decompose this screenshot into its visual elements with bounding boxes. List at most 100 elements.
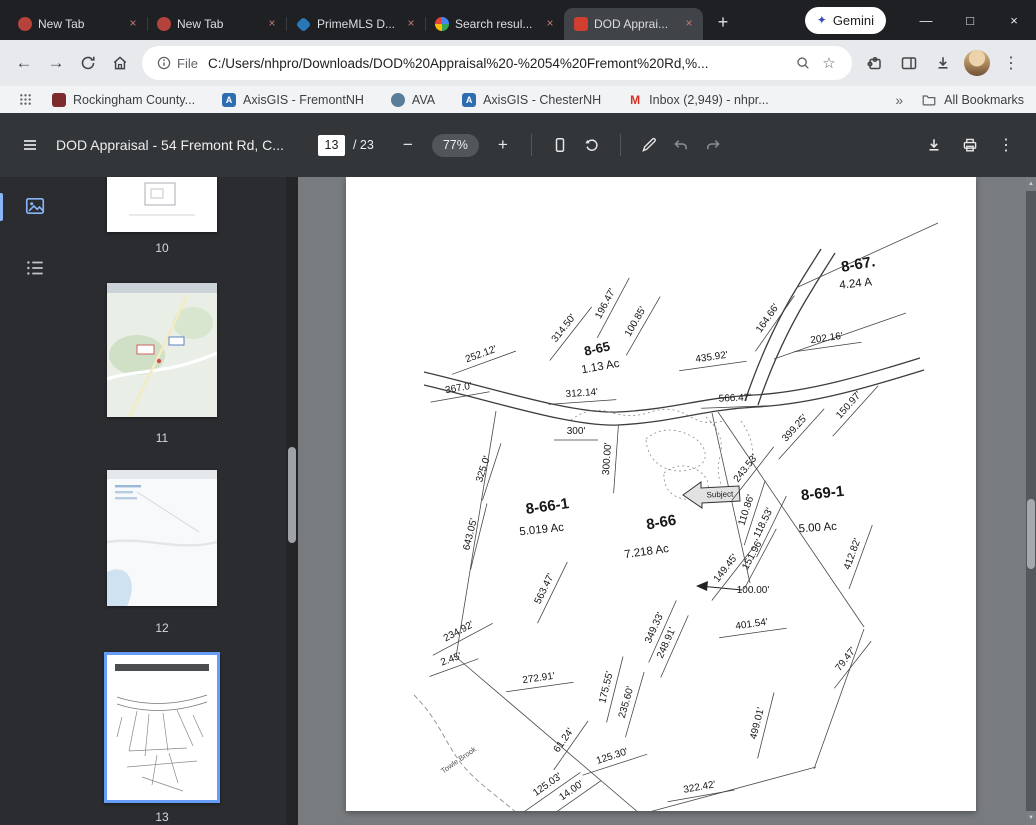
address-bar[interactable]: File C:/Users/nhpro/Downloads/DOD%20Appr…: [142, 46, 852, 80]
thumbnail-page-number: 13: [104, 810, 220, 824]
pdf-viewer: 10 11: [0, 177, 1036, 825]
scroll-up-button[interactable]: ▲: [1026, 177, 1036, 191]
zoom-in-button[interactable]: +: [487, 129, 519, 161]
sidebar-scrollbar-thumb[interactable]: [288, 447, 296, 543]
tab-strip: New Tab × New Tab × PrimeMLS D... × Sear…: [0, 0, 1036, 40]
thumbnail-page-number: 11: [104, 431, 220, 445]
bookmark-label: Inbox (2,949) - nhpr...: [649, 93, 769, 107]
back-button[interactable]: ←: [8, 47, 40, 79]
zoom-level[interactable]: 77%: [432, 134, 479, 157]
active-panel-indicator: [0, 193, 3, 221]
window-close-button[interactable]: ×: [992, 0, 1036, 40]
window-minimize-button[interactable]: —: [904, 0, 948, 40]
bookmark-label: Rockingham County...: [73, 93, 195, 107]
tab-primemls[interactable]: PrimeMLS D... ×: [286, 8, 425, 40]
tab-title: PrimeMLS D...: [317, 17, 397, 31]
bookmark-label: AVA: [412, 93, 435, 107]
apps-grid-icon[interactable]: [12, 84, 38, 116]
map-label: 149.45': [712, 552, 741, 584]
map-label: 79.47': [833, 645, 858, 673]
map-label: Towle Brook: [439, 744, 478, 775]
profile-avatar[interactable]: [964, 50, 990, 76]
tab-dod-appraisal[interactable]: DOD Apprai... ×: [564, 8, 703, 40]
bookmark-axisgis-fremont[interactable]: A AxisGIS - FremontNH: [222, 93, 364, 107]
gemini-button[interactable]: ✦ Gemini: [805, 7, 886, 34]
map-label: 563.47': [533, 572, 557, 606]
axisgis-favicon: A: [222, 93, 236, 107]
print-button[interactable]: [954, 129, 986, 161]
map-label: 300': [567, 426, 586, 437]
bookmark-inbox[interactable]: M Inbox (2,949) - nhpr...: [628, 93, 769, 107]
pdf-menu-icon[interactable]: [14, 129, 46, 161]
page-thumbnail-13[interactable]: [104, 652, 220, 803]
scrollbar-thumb[interactable]: [1027, 499, 1035, 569]
map-label: 100.85': [623, 305, 649, 339]
tab-title: Search resul...: [455, 17, 536, 31]
browser-menu-icon[interactable]: ⋮: [994, 47, 1028, 79]
reload-button[interactable]: [72, 47, 104, 79]
annotate-pen-button[interactable]: [633, 129, 665, 161]
fit-page-button[interactable]: [544, 129, 576, 161]
thumbnails-panel-icon[interactable]: [24, 195, 46, 217]
bookmark-ava[interactable]: AVA: [391, 93, 435, 107]
tab-close-icon[interactable]: ×: [125, 16, 141, 32]
tab-close-icon[interactable]: ×: [681, 16, 697, 32]
scroll-down-button[interactable]: ▼: [1026, 811, 1036, 825]
info-icon: [156, 55, 172, 71]
map-label: 1.13 Ac: [581, 358, 621, 377]
pdf-download-button[interactable]: [918, 129, 950, 161]
map-label: Subject: [706, 490, 734, 500]
sidebar-scrollbar[interactable]: [286, 177, 298, 825]
reload-icon: [79, 54, 97, 72]
map-label: 202.16': [810, 331, 844, 346]
bookmark-axisgis-chester[interactable]: A AxisGIS - ChesterNH: [462, 93, 601, 107]
map-label: 401.54': [735, 617, 769, 632]
page-thumbnail-12[interactable]: [107, 470, 217, 606]
bookmark-rockingham[interactable]: Rockingham County...: [52, 93, 195, 107]
tab-close-icon[interactable]: ×: [264, 16, 280, 32]
map-label: 125.30': [595, 746, 629, 767]
map-label: 566.47': [718, 392, 751, 404]
bookmarks-overflow-icon[interactable]: »: [895, 92, 903, 108]
pdf-content-area: 8-67.4.24 A8-651.13 Ac8-66-15.019 Ac8-66…: [298, 177, 1026, 825]
new-tab-button[interactable]: +: [709, 8, 737, 36]
toolbar-divider: [620, 134, 621, 156]
search-icon[interactable]: [790, 50, 816, 76]
forward-button[interactable]: →: [40, 47, 72, 79]
toolbar-divider: [531, 134, 532, 156]
axisgis-favicon: A: [462, 93, 476, 107]
page-thumbnail-11[interactable]: [107, 283, 217, 417]
window-maximize-button[interactable]: □: [948, 0, 992, 40]
google-favicon: [435, 17, 449, 31]
zoom-out-button[interactable]: −: [392, 129, 424, 161]
home-button[interactable]: [104, 47, 136, 79]
tab-close-icon[interactable]: ×: [403, 16, 419, 32]
bookmark-star-icon[interactable]: ☆: [816, 50, 842, 76]
bookmark-label: AxisGIS - ChesterNH: [483, 93, 601, 107]
side-panel-icon[interactable]: [892, 47, 926, 79]
undo-button[interactable]: [665, 129, 697, 161]
tab-new-tab-2[interactable]: New Tab ×: [147, 8, 286, 40]
new-tab-favicon: [18, 17, 32, 31]
extensions-icon[interactable]: [858, 47, 892, 79]
map-label: 314.50': [550, 312, 579, 344]
rotate-button[interactable]: [576, 129, 608, 161]
downloads-icon[interactable]: [926, 47, 960, 79]
outline-panel-icon[interactable]: [24, 257, 46, 279]
vertical-scrollbar[interactable]: ▲ ▼: [1026, 177, 1036, 825]
tab-new-tab-1[interactable]: New Tab ×: [8, 8, 147, 40]
redo-button[interactable]: [697, 129, 729, 161]
all-bookmarks-button[interactable]: All Bookmarks: [921, 92, 1024, 108]
map-label: 8-65: [583, 339, 612, 359]
map-label: 196.47': [593, 287, 618, 321]
page-thumbnail-10[interactable]: [107, 177, 217, 232]
tab-title: DOD Apprai...: [594, 17, 675, 31]
tab-search-results[interactable]: Search resul... ×: [425, 8, 564, 40]
map-label: 252.12': [464, 344, 498, 365]
map-label: 5.00 Ac: [798, 521, 837, 536]
pdf-more-menu-icon[interactable]: ⋮: [990, 129, 1022, 161]
page-number-input[interactable]: 13: [318, 135, 345, 156]
url-text[interactable]: C:/Users/nhpro/Downloads/DOD%20Appraisal…: [208, 56, 790, 71]
tab-close-icon[interactable]: ×: [542, 16, 558, 32]
map-label: 235.60': [617, 685, 637, 719]
